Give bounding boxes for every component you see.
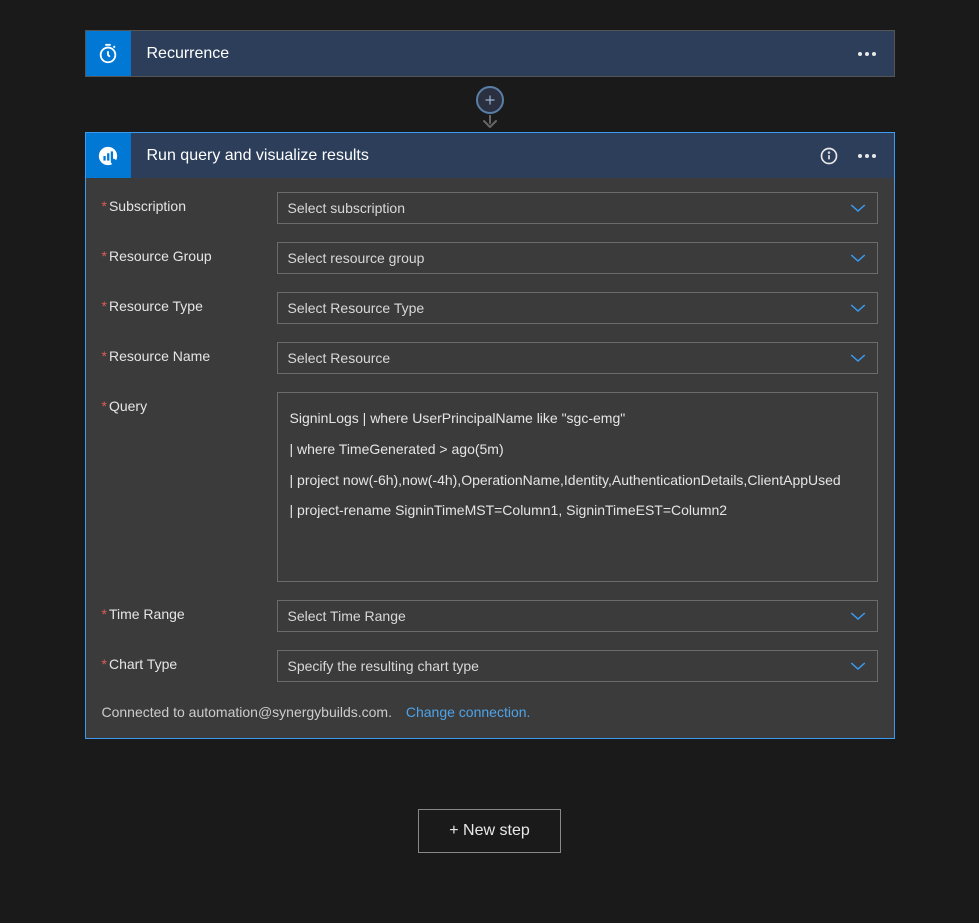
time-range-select[interactable]: Select Time Range xyxy=(277,600,878,632)
time-range-placeholder: Select Time Range xyxy=(288,608,406,624)
resource-group-select[interactable]: Select resource group xyxy=(277,242,878,274)
row-resource-name: *Resource Name Select Resource xyxy=(102,342,878,374)
arrow-down-icon xyxy=(480,115,500,129)
query-card[interactable]: Run query and visualize results *Subscri… xyxy=(85,132,895,739)
new-step-button[interactable]: + New step xyxy=(418,809,560,853)
recurrence-more-button[interactable] xyxy=(848,31,886,76)
change-connection-link[interactable]: Change connection. xyxy=(406,704,531,720)
row-resource-type: *Resource Type Select Resource Type xyxy=(102,292,878,324)
ellipsis-icon xyxy=(858,52,876,56)
connection-footer: Connected to automation@synergybuilds.co… xyxy=(102,704,878,720)
query-header[interactable]: Run query and visualize results xyxy=(86,133,894,178)
chevron-down-icon xyxy=(849,302,867,314)
query-info-button[interactable] xyxy=(810,133,848,178)
subscription-placeholder: Select subscription xyxy=(288,200,406,216)
resource-type-select[interactable]: Select Resource Type xyxy=(277,292,878,324)
query-more-button[interactable] xyxy=(848,133,886,178)
label-subscription: *Subscription xyxy=(102,192,277,214)
connection-text: Connected to automation@synergybuilds.co… xyxy=(102,704,392,720)
chart-type-select[interactable]: Specify the resulting chart type xyxy=(277,650,878,682)
chart-type-placeholder: Specify the resulting chart type xyxy=(288,658,479,674)
label-resource-type: *Resource Type xyxy=(102,292,277,314)
label-resource-name: *Resource Name xyxy=(102,342,277,364)
chevron-down-icon xyxy=(849,610,867,622)
row-resource-group: *Resource Group Select resource group xyxy=(102,242,878,274)
chevron-down-icon xyxy=(849,352,867,364)
plus-icon xyxy=(483,93,497,107)
ellipsis-icon xyxy=(858,154,876,158)
row-time-range: *Time Range Select Time Range xyxy=(102,600,878,632)
label-chart-type: *Chart Type xyxy=(102,650,277,672)
resource-group-placeholder: Select resource group xyxy=(288,250,425,266)
row-chart-type: *Chart Type Specify the resulting chart … xyxy=(102,650,878,682)
label-query: *Query xyxy=(102,392,277,414)
row-subscription: *Subscription Select subscription xyxy=(102,192,878,224)
recurrence-header[interactable]: Recurrence xyxy=(86,31,894,76)
row-query: *Query SigninLogs | where UserPrincipalN… xyxy=(102,392,878,582)
resource-type-placeholder: Select Resource Type xyxy=(288,300,425,316)
flow-connector xyxy=(85,77,895,132)
recurrence-icon xyxy=(86,31,131,76)
query-title: Run query and visualize results xyxy=(131,147,810,165)
add-step-button[interactable] xyxy=(476,86,504,114)
recurrence-title: Recurrence xyxy=(131,45,848,63)
chevron-down-icon xyxy=(849,660,867,672)
query-textarea[interactable]: SigninLogs | where UserPrincipalName lik… xyxy=(277,392,878,582)
recurrence-card[interactable]: Recurrence xyxy=(85,30,895,77)
resource-name-placeholder: Select Resource xyxy=(288,350,391,366)
chevron-down-icon xyxy=(849,252,867,264)
label-time-range: *Time Range xyxy=(102,600,277,622)
info-icon xyxy=(819,146,839,166)
query-body: *Subscription Select subscription *Resou… xyxy=(86,178,894,738)
subscription-select[interactable]: Select subscription xyxy=(277,192,878,224)
label-resource-group: *Resource Group xyxy=(102,242,277,264)
resource-name-select[interactable]: Select Resource xyxy=(277,342,878,374)
chevron-down-icon xyxy=(849,202,867,214)
monitor-icon xyxy=(86,133,131,178)
